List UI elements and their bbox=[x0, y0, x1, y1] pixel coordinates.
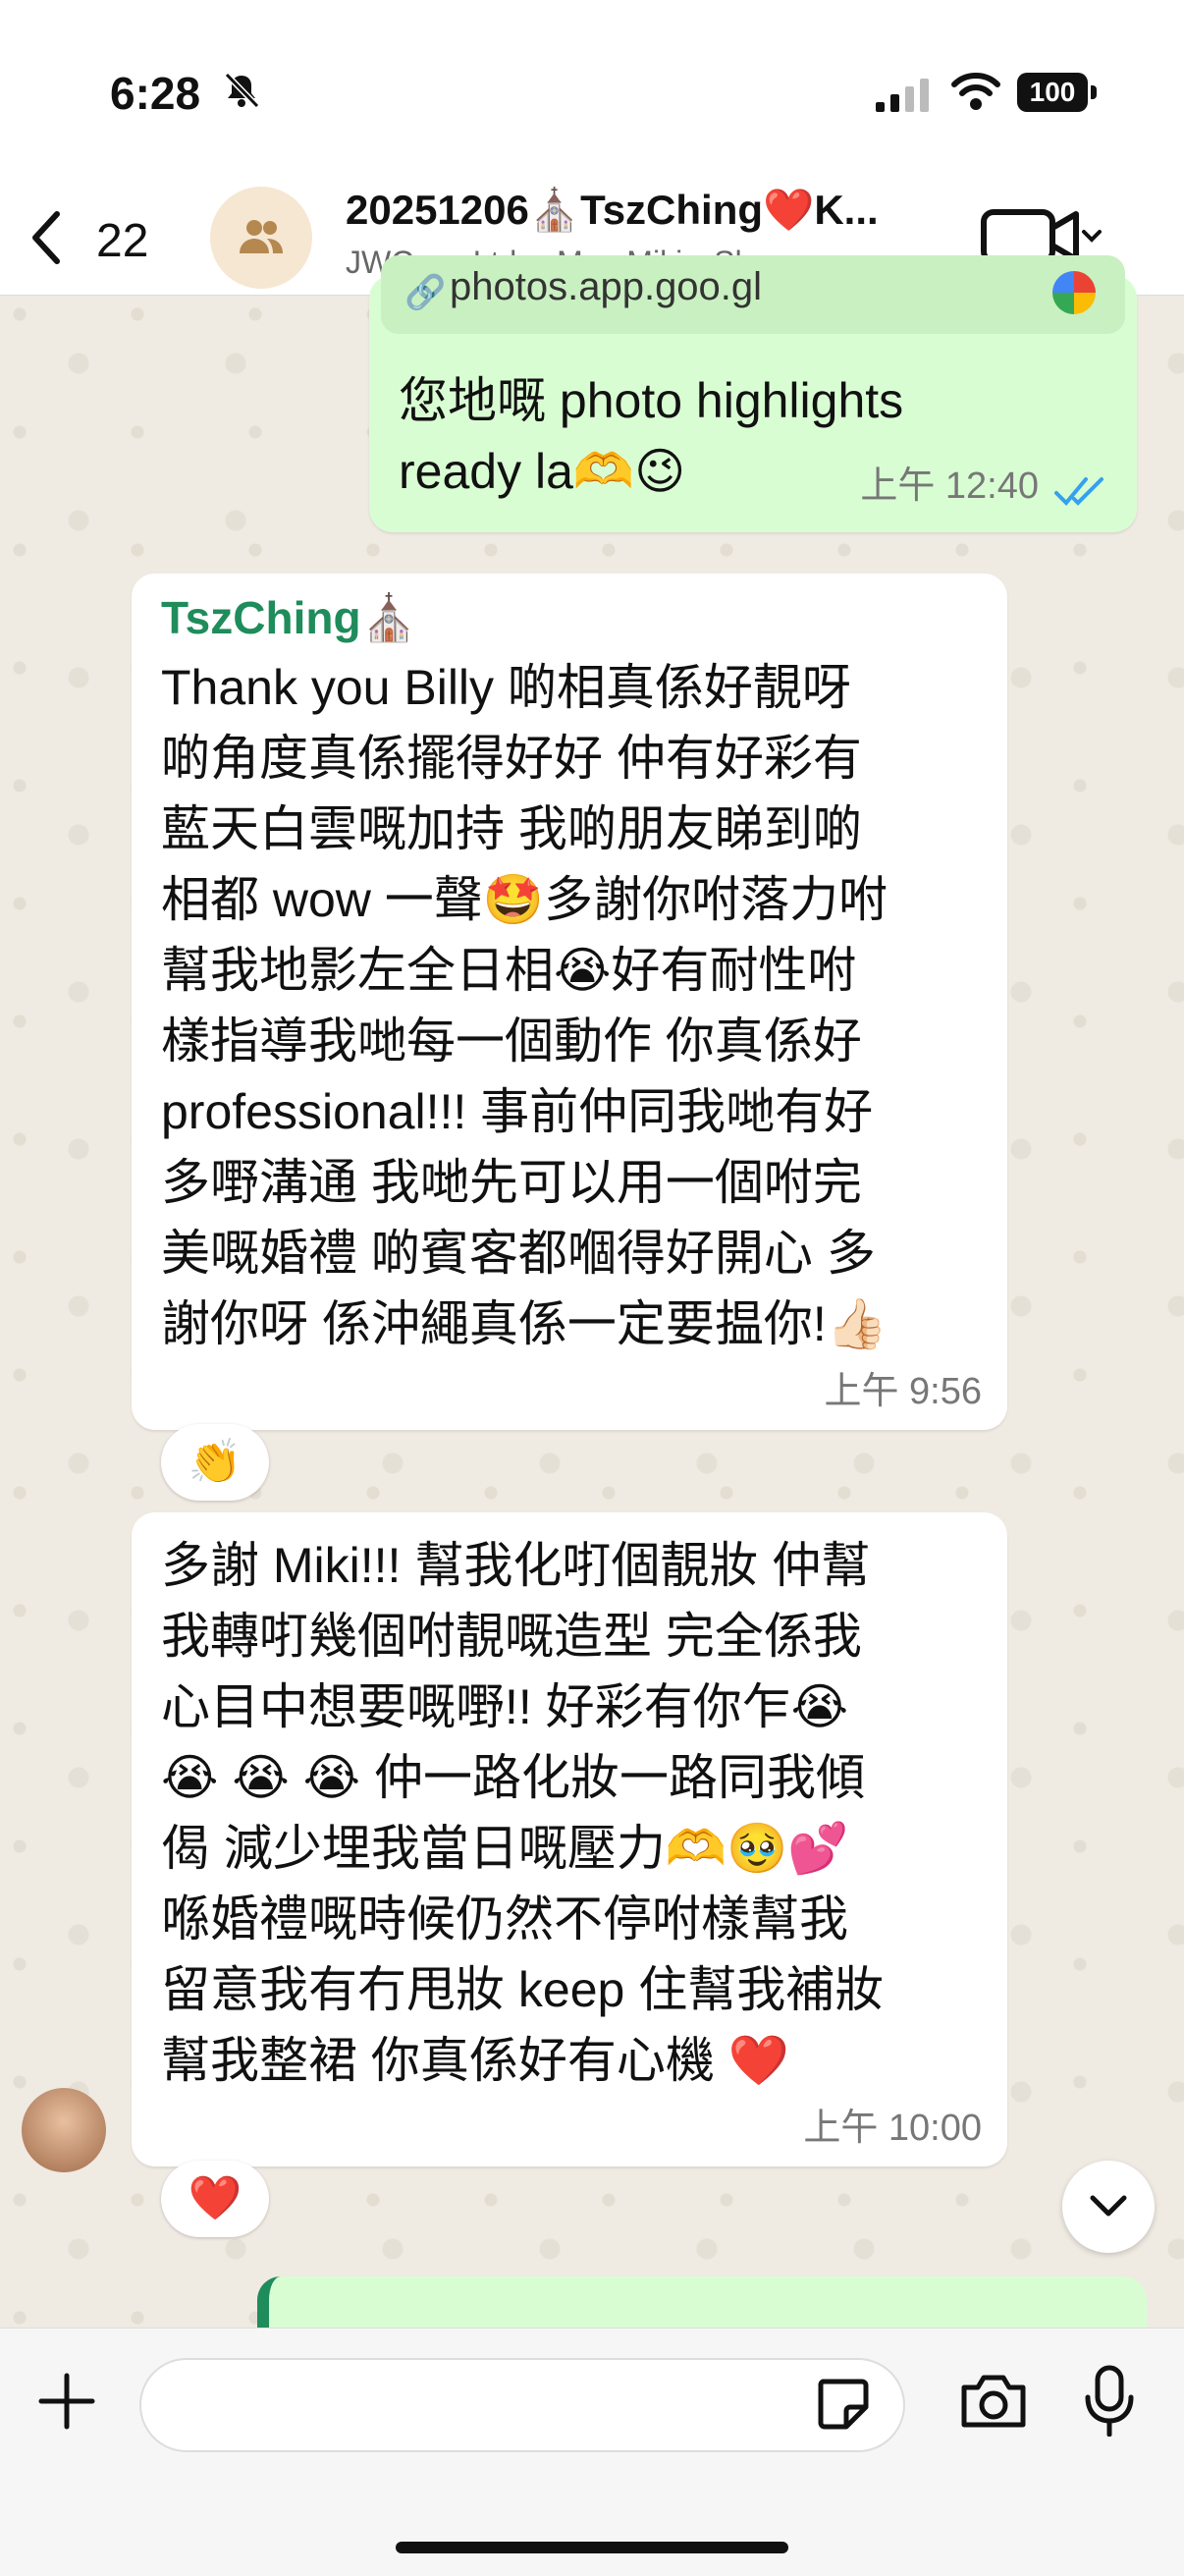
message-line: 偈 減少埋我當日嘅壓力🫶🥹💕 bbox=[161, 1821, 849, 1876]
reaction-badge[interactable]: ❤️ bbox=[161, 2161, 269, 2237]
link-preview[interactable]: 🔗 photos.app.goo.gl bbox=[381, 255, 1125, 334]
message-line: 我轉咑幾個咐靚嘅造型 完全係我 bbox=[161, 1609, 862, 1664]
camera-icon[interactable] bbox=[958, 2372, 1029, 2431]
outgoing-message-partial[interactable] bbox=[257, 2276, 1147, 2335]
battery-icon: 100 bbox=[1017, 73, 1098, 114]
message-line: 美嘅婚禮 啲賓客都嗰得好開心 多 bbox=[161, 1226, 876, 1281]
message-line: 多謝 Miki!!! 幫我化咑個靚妝 仲幫 bbox=[161, 1538, 871, 1593]
link-url[interactable]: photos.app.goo.gl bbox=[450, 265, 762, 309]
chat-title[interactable]: 20251206⛪️TszChing❤️K... bbox=[346, 187, 935, 235]
status-bar: 6:28 100 bbox=[0, 0, 1184, 177]
incoming-message[interactable]: TszChing⛪️ Thank you Billy 啲相真係好靚呀 啲角度真係… bbox=[132, 574, 1007, 1430]
microphone-icon[interactable] bbox=[1084, 2364, 1135, 2437]
reaction-badge[interactable]: 👏 bbox=[161, 1424, 269, 1501]
link-icon: 🔗 bbox=[404, 274, 447, 311]
sender-name[interactable]: TszChing⛪️ bbox=[161, 591, 417, 645]
group-people-icon bbox=[240, 220, 283, 253]
message-line: 留意我有冇甩妝 keep 住幫我補妝 bbox=[161, 1962, 885, 2017]
message-line: 啲角度真係擺得好好 仲有好彩有 bbox=[161, 731, 862, 786]
message-line: 心目中想要嘅嘢!! 好彩有你乍😭 bbox=[161, 1679, 849, 1734]
message-time: 上午 12:40 bbox=[860, 466, 1039, 507]
message-line: ready la🫶😉 bbox=[399, 444, 686, 499]
chevron-left-icon bbox=[32, 211, 60, 264]
message-line: 幫我整裙 你真係好有心機 ❤️ bbox=[161, 2033, 790, 2088]
chevron-down-icon bbox=[1090, 2195, 1127, 2217]
message-line: 😭 😭 😭 仲一路化妝一路同我傾 bbox=[161, 1750, 865, 1805]
message-line: 多嘢溝通 我哋先可以用一個咐完 bbox=[161, 1155, 862, 1210]
incoming-message[interactable]: 多謝 Miki!!! 幫我化咑個靚妝 仲幫 我轉咑幾個咐靚嘅造型 完全係我 心目… bbox=[132, 1512, 1007, 2166]
muted-bell-icon bbox=[224, 72, 260, 109]
wifi-icon bbox=[951, 73, 1000, 110]
message-line: 您地嘅 photo highlights bbox=[399, 373, 904, 428]
message-line: professional!!! 事前仲同我哋有好 bbox=[161, 1084, 874, 1139]
message-line: Thank you Billy 啲相真係好靚呀 bbox=[161, 660, 851, 715]
composer-bar bbox=[0, 2328, 1184, 2576]
scroll-to-bottom-button[interactable] bbox=[1062, 2161, 1155, 2253]
message-line: 相都 wow 一聲🤩多謝你咐落力咐 bbox=[161, 872, 888, 927]
cellular-signal-icon bbox=[876, 79, 929, 112]
google-photos-icon bbox=[1052, 271, 1096, 314]
message-line: 幫我地影左全日相😭好有耐性咐 bbox=[161, 943, 857, 998]
message-time: 上午 9:56 bbox=[824, 1371, 982, 1412]
message-time: 上午 10:00 bbox=[803, 2108, 982, 2149]
back-button[interactable]: 22 bbox=[20, 194, 177, 277]
plus-icon[interactable] bbox=[37, 2372, 96, 2431]
outgoing-message[interactable]: 🔗 photos.app.goo.gl 您地嘅 photo highlights… bbox=[369, 255, 1137, 532]
message-line: 喺婚禮嘅時候仍然不停咐樣幫我 bbox=[161, 1891, 848, 1946]
home-indicator bbox=[396, 2542, 788, 2553]
read-receipt-icon bbox=[1054, 477, 1103, 506]
battery-level: 100 bbox=[1017, 73, 1088, 112]
unread-count: 22 bbox=[96, 215, 149, 267]
group-avatar[interactable] bbox=[210, 187, 312, 289]
sender-avatar[interactable] bbox=[22, 2088, 106, 2172]
status-time: 6:28 bbox=[110, 68, 201, 119]
message-input[interactable] bbox=[139, 2358, 905, 2452]
sticker-icon[interactable] bbox=[813, 2374, 872, 2433]
message-line: 藍天白雲嘅加持 我啲朋友睇到啲 bbox=[161, 801, 862, 856]
message-line: 樣指導我哋每一個動作 你真係好 bbox=[161, 1014, 862, 1069]
message-line: 謝你呀 係沖繩真係一定要揾你!👍🏻 bbox=[161, 1296, 888, 1351]
